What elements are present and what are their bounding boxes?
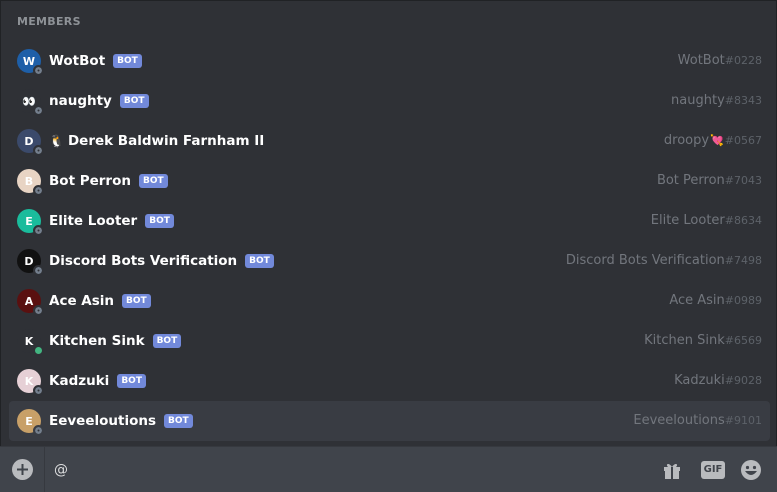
member-name: WotBot bbox=[49, 53, 106, 69]
heart-arrow-icon: 💘 bbox=[710, 134, 724, 147]
avatar: K bbox=[17, 329, 44, 356]
member-tag: Ace Asin#0989 bbox=[669, 281, 762, 321]
member-username: Kitchen Sink bbox=[644, 333, 725, 348]
bot-badge: BOT bbox=[164, 414, 193, 428]
member-row[interactable]: E Elite Looter BOT Elite Looter#8634 bbox=[9, 201, 770, 241]
member-tag: droopy💘#0567 bbox=[664, 121, 762, 161]
member-name: Eeveeloutions bbox=[49, 413, 157, 429]
member-discriminator: #8343 bbox=[724, 94, 762, 107]
bot-badge: BOT bbox=[145, 214, 174, 228]
member-row[interactable]: K Kadzuki BOT Kadzuki#9028 bbox=[9, 361, 770, 401]
member-name: Elite Looter bbox=[49, 213, 138, 229]
bot-badge: BOT bbox=[245, 254, 274, 268]
avatar: E bbox=[17, 409, 44, 436]
status-offline-icon bbox=[33, 425, 44, 436]
plus-circle-icon bbox=[11, 459, 33, 480]
member-name: Kitchen Sink bbox=[49, 333, 145, 349]
member-username: Discord Bots Verification bbox=[565, 253, 725, 268]
gif-button[interactable]: GIF bbox=[700, 458, 726, 482]
member-username: Kadzuki bbox=[674, 373, 725, 388]
status-offline-icon bbox=[33, 145, 44, 156]
message-input[interactable] bbox=[54, 447, 634, 492]
member-tag: Bot Perron#7043 bbox=[657, 161, 762, 201]
avatar: 👀 bbox=[17, 89, 44, 116]
member-name: naughty bbox=[49, 93, 112, 109]
member-tag: Elite Looter#8634 bbox=[651, 201, 762, 241]
emoji-icon bbox=[741, 460, 761, 480]
status-offline-icon bbox=[33, 105, 44, 116]
member-discriminator: #0567 bbox=[724, 134, 762, 147]
emoji-button[interactable] bbox=[739, 458, 763, 482]
gift-icon bbox=[664, 463, 680, 479]
member-name: Kadzuki bbox=[49, 373, 110, 389]
member-discriminator: #9101 bbox=[724, 414, 762, 427]
member-row[interactable]: A Ace Asin BOT Ace Asin#0989 bbox=[9, 281, 770, 321]
member-discriminator: #7043 bbox=[724, 174, 762, 187]
member-discriminator: #9028 bbox=[724, 374, 762, 387]
avatar: A bbox=[17, 289, 44, 316]
bot-badge: BOT bbox=[117, 374, 146, 388]
status-offline-icon bbox=[33, 265, 44, 276]
member-username: naughty bbox=[671, 93, 725, 108]
bot-badge: BOT bbox=[152, 334, 182, 348]
member-username: Bot Perron bbox=[656, 173, 725, 188]
member-tag: Kitchen Sink#6569 bbox=[644, 321, 762, 361]
avatar: K bbox=[17, 369, 44, 396]
message-composer: GIF bbox=[0, 447, 777, 492]
member-row[interactable]: E Eeveeloutions BOT Eeveeloutions#9101 bbox=[9, 401, 770, 441]
member-name: Bot Perron bbox=[49, 173, 131, 189]
avatar: B bbox=[17, 169, 44, 196]
members-header: MEMBERS bbox=[17, 15, 81, 28]
member-tag: Eeveeloutions#9101 bbox=[633, 401, 762, 441]
member-discriminator: #0989 bbox=[724, 294, 762, 307]
member-discriminator: #6569 bbox=[724, 334, 762, 347]
member-name: Derek Baldwin Farnham II bbox=[67, 133, 265, 149]
bot-badge: BOT bbox=[119, 94, 149, 108]
member-row[interactable]: D 🐧 Derek Baldwin Farnham II droopy💘#0567 bbox=[9, 121, 770, 161]
upload-button[interactable] bbox=[0, 447, 44, 492]
member-discriminator: #8634 bbox=[724, 214, 762, 227]
status-offline-icon bbox=[33, 225, 44, 236]
status-offline-icon bbox=[33, 385, 44, 396]
member-autocomplete-panel: MEMBERS W WotBot BOT WotBot#0228 👀 naughty BOT… bbox=[0, 0, 777, 446]
member-row[interactable]: D Discord Bots Verification BOT Discord Bot… bbox=[9, 241, 770, 281]
composer-divider bbox=[44, 447, 45, 492]
bot-badge: BOT bbox=[138, 174, 168, 188]
member-tag: WotBot#0228 bbox=[678, 41, 762, 81]
member-row[interactable]: W WotBot BOT WotBot#0228 bbox=[9, 41, 770, 81]
member-username: Ace Asin bbox=[669, 293, 725, 308]
avatar: D bbox=[17, 129, 44, 156]
status-offline-icon bbox=[33, 305, 44, 316]
member-row[interactable]: B Bot Perron BOT Bot Perron#7043 bbox=[9, 161, 770, 201]
member-username: Eeveeloutions bbox=[633, 413, 725, 428]
member-name: Ace Asin bbox=[49, 293, 115, 309]
penguin-icon: 🐧 bbox=[49, 134, 64, 148]
member-username: droopy bbox=[663, 133, 710, 148]
member-list: W WotBot BOT WotBot#0228 👀 naughty BOT naughty#… bbox=[9, 41, 770, 441]
status-offline-icon bbox=[33, 185, 44, 196]
status-online-icon bbox=[33, 345, 44, 356]
gift-button[interactable] bbox=[660, 458, 684, 482]
member-discriminator: #0228 bbox=[724, 54, 762, 67]
avatar: D bbox=[17, 249, 44, 276]
member-tag: Discord Bots Verification#7498 bbox=[566, 241, 762, 281]
gif-icon: GIF bbox=[700, 461, 726, 479]
member-username: WotBot bbox=[677, 53, 725, 68]
member-row[interactable]: 👀 naughty BOT naughty#8343 bbox=[9, 81, 770, 121]
bot-badge: BOT bbox=[122, 294, 151, 308]
avatar: E bbox=[17, 209, 44, 236]
member-tag: naughty#8343 bbox=[671, 81, 762, 121]
avatar: W bbox=[17, 49, 44, 76]
member-name: Discord Bots Verification bbox=[49, 253, 238, 269]
member-discriminator: #7498 bbox=[724, 254, 762, 267]
status-offline-icon bbox=[33, 65, 44, 76]
member-username: Elite Looter bbox=[650, 213, 725, 228]
member-tag: Kadzuki#9028 bbox=[674, 361, 762, 401]
member-row[interactable]: K Kitchen Sink BOT Kitchen Sink#6569 bbox=[9, 321, 770, 361]
bot-badge: BOT bbox=[113, 54, 142, 68]
